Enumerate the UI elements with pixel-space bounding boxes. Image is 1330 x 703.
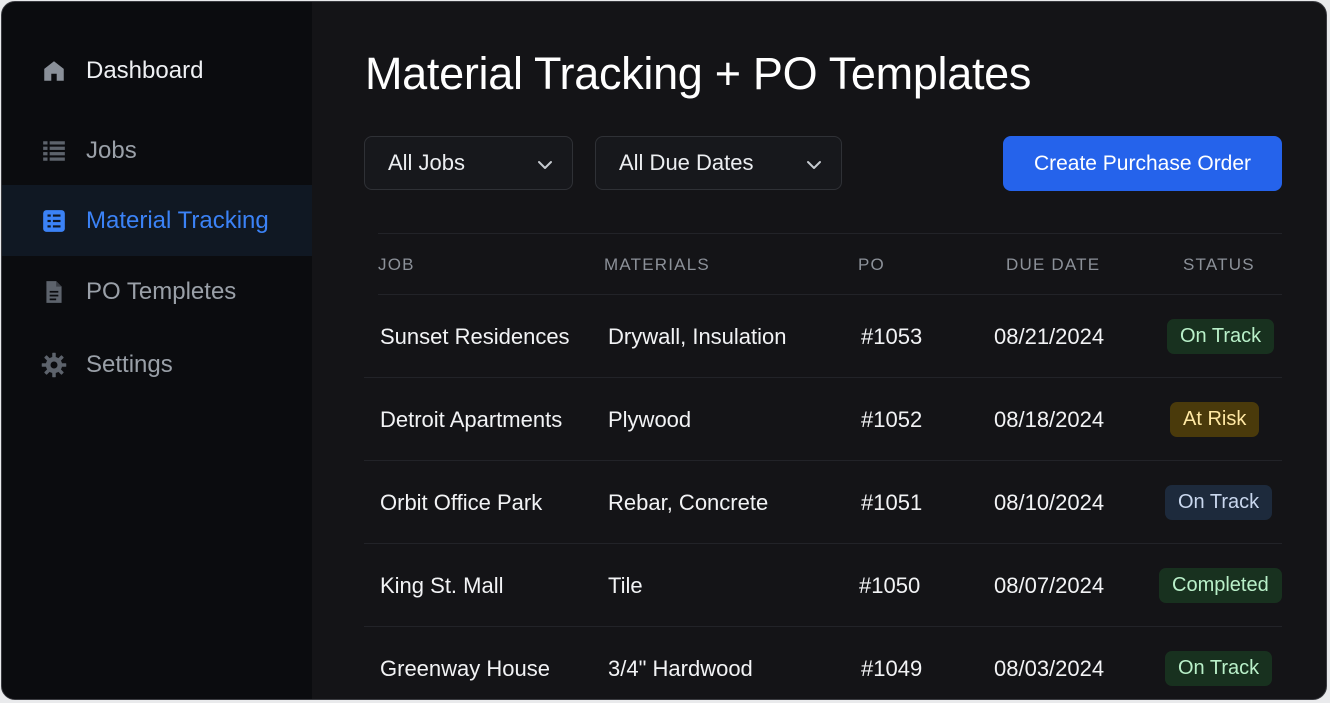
status-badge: On Track — [1167, 319, 1275, 354]
create-purchase-order-button[interactable]: Create Purchase Order — [1003, 136, 1282, 191]
status-badge: On Track — [1165, 651, 1273, 686]
status-badge: Completed — [1159, 568, 1282, 603]
materials-table: JOB MATERIALS PO DUE DATE STATUS Sunset … — [364, 233, 1282, 699]
job-cell: Orbit Office Park — [380, 490, 543, 515]
table-row[interactable]: King St. Mall Tile #1050 08/07/2024 Comp… — [364, 544, 1282, 627]
materials-cell: Drywall, Insulation — [608, 324, 787, 349]
table-header: JOB MATERIALS PO DUE DATE STATUS — [378, 233, 1282, 295]
po-cell[interactable]: #1049 — [861, 656, 922, 682]
sidebar-item-label: Jobs — [86, 137, 137, 164]
status-badge: At Risk — [1170, 402, 1260, 437]
chevron-down-icon — [805, 154, 823, 172]
sidebar-item-dashboard[interactable]: Dashboard — [2, 36, 312, 106]
table-row[interactable]: Sunset Residences Drywall, Insulation #1… — [364, 295, 1282, 378]
column-header-materials[interactable]: MATERIALS — [604, 255, 710, 275]
table-row[interactable]: Greenway House 3/4" Hardwood #1049 08/03… — [364, 627, 1282, 699]
sidebar-item-label: Settings — [86, 351, 173, 378]
status-badge: On Track — [1165, 485, 1273, 520]
sidebar-item-material-tracking[interactable]: Material Tracking — [2, 185, 312, 256]
list-icon — [40, 137, 68, 165]
sidebar-item-label: Material Tracking — [86, 206, 269, 234]
job-cell: Detroit Apartments — [380, 407, 563, 432]
sidebar-item-label: Dashboard — [86, 57, 204, 84]
po-cell[interactable]: #1050 — [859, 573, 920, 599]
due-date-cell: 08/21/2024 — [994, 324, 1105, 349]
po-cell[interactable]: #1053 — [861, 324, 922, 350]
column-header-due-date[interactable]: DUE DATE — [1006, 255, 1100, 275]
gear-icon — [40, 351, 68, 379]
materials-cell: Rebar, Concrete — [608, 490, 769, 515]
app-window: Dashboard Jobs Material Tracking PO Temp… — [1, 1, 1327, 700]
materials-cell: 3/4" Hardwood — [608, 656, 753, 681]
po-cell[interactable]: #1051 — [861, 490, 922, 516]
checklist-icon — [40, 207, 68, 235]
document-icon — [40, 278, 68, 306]
sidebar-item-po-templates[interactable]: PO Templetes — [2, 257, 312, 327]
page-title: Material Tracking + PO Templates — [365, 48, 1032, 99]
table-row[interactable]: Detroit Apartments Plywood #1052 08/18/2… — [364, 378, 1282, 461]
due-date-cell: 08/18/2024 — [994, 407, 1105, 432]
due-date-cell: 08/07/2024 — [994, 573, 1105, 598]
po-cell[interactable]: #1052 — [861, 407, 922, 433]
due-date-cell: 08/10/2024 — [994, 490, 1105, 515]
main-content: Material Tracking + PO Templates All Job… — [312, 2, 1326, 699]
job-cell: Sunset Residences — [380, 324, 570, 349]
sidebar-item-settings[interactable]: Settings — [2, 330, 312, 400]
jobs-filter-select[interactable]: All Jobs — [364, 136, 573, 190]
materials-cell: Tile — [608, 573, 643, 598]
due-dates-filter-value: All Due Dates — [619, 150, 754, 175]
column-header-status[interactable]: STATUS — [1183, 255, 1255, 275]
job-cell: Greenway House — [380, 656, 550, 681]
due-date-cell: 08/03/2024 — [994, 656, 1105, 681]
sidebar-item-jobs[interactable]: Jobs — [2, 116, 312, 186]
due-dates-filter-select[interactable]: All Due Dates — [595, 136, 842, 190]
job-cell: King St. Mall — [380, 573, 504, 598]
table-row[interactable]: Orbit Office Park Rebar, Concrete #1051 … — [364, 461, 1282, 544]
column-header-po[interactable]: PO — [858, 255, 885, 275]
column-header-job[interactable]: JOB — [378, 255, 415, 275]
sidebar-item-label: PO Templetes — [86, 278, 237, 305]
materials-cell: Plywood — [608, 407, 692, 432]
sidebar: Dashboard Jobs Material Tracking PO Temp… — [2, 2, 312, 699]
jobs-filter-value: All Jobs — [388, 150, 466, 175]
chevron-down-icon — [536, 154, 554, 172]
home-icon — [40, 57, 68, 85]
